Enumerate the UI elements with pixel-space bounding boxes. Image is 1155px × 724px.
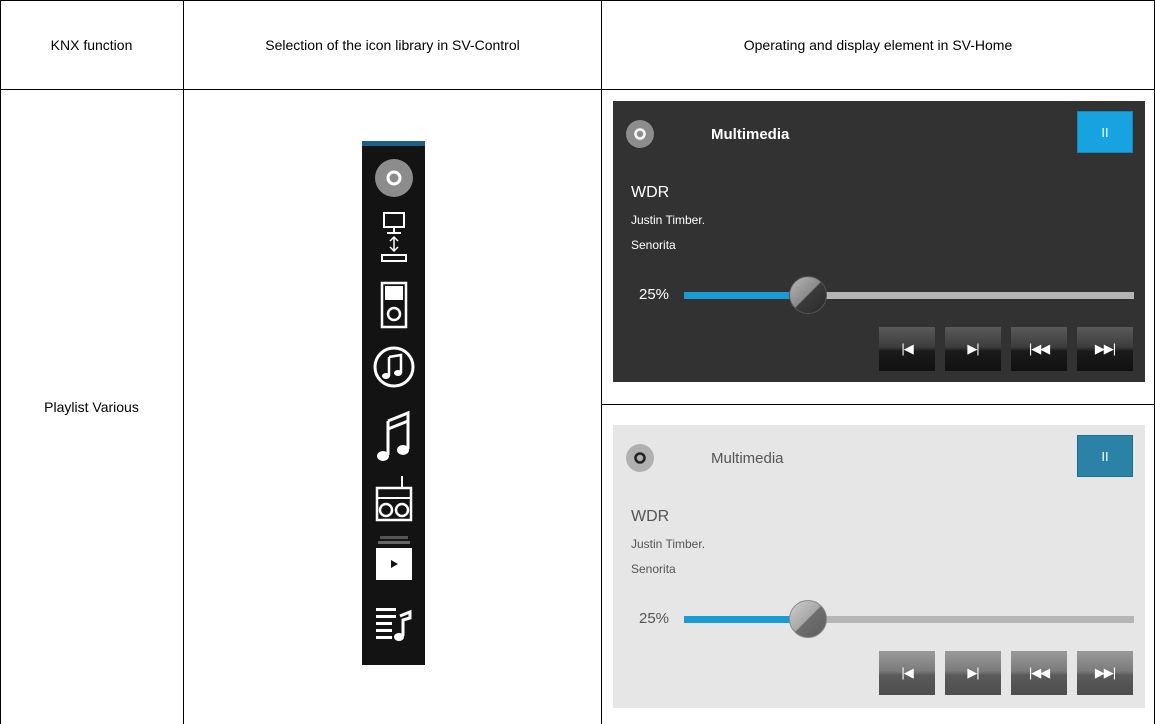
station-name: WDR <box>631 184 670 201</box>
panel-title: Multimedia <box>711 126 790 143</box>
video-player-icon[interactable] <box>362 534 425 584</box>
pause-button[interactable]: II <box>1077 435 1133 477</box>
track-name: Senorita <box>631 238 676 252</box>
fast-forward-button[interactable]: ▶▶| <box>1077 651 1133 695</box>
volume-slider-fill <box>684 292 797 299</box>
volume-slider[interactable] <box>684 276 1134 314</box>
fast-forward-button[interactable]: ▶▶| <box>1077 327 1133 371</box>
header-icon-library: Selection of the icon library in SV-Cont… <box>265 36 520 53</box>
rewind-button[interactable]: |◀◀ <box>1011 327 1067 371</box>
panel-title: Multimedia <box>711 450 784 467</box>
playlist-icon[interactable] <box>362 604 425 644</box>
panel-divider <box>601 404 1155 405</box>
track-name: Senorita <box>631 562 676 576</box>
network-pc-icon[interactable] <box>362 211 425 271</box>
header-operating-element: Operating and display element in SV-Home <box>743 36 1013 53</box>
rewind-button[interactable]: |◀◀ <box>1011 651 1067 695</box>
disc-icon <box>625 119 655 154</box>
multimedia-panel-dark: Multimedia II WDR Justin Timber. Senorit… <box>613 101 1145 382</box>
knx-function-label: Playlist Various <box>44 399 139 415</box>
prev-button[interactable]: |◀ <box>879 327 935 371</box>
transport-controls: |◀ ▶| |◀◀ ▶▶| <box>879 651 1133 695</box>
next-button[interactable]: ▶| <box>945 327 1001 371</box>
pause-button[interactable]: II <box>1077 111 1133 153</box>
volume-label: 25% <box>639 610 670 627</box>
radio-icon[interactable] <box>362 474 425 524</box>
volume-slider-knob[interactable] <box>789 600 827 638</box>
icon-library-strip <box>362 141 425 665</box>
transport-controls: |◀ ▶| |◀◀ ▶▶| <box>879 327 1133 371</box>
strip-accent-bar <box>362 141 425 146</box>
music-notes-icon[interactable] <box>362 409 425 465</box>
station-name: WDR <box>631 508 670 525</box>
next-button[interactable]: ▶| <box>945 651 1001 695</box>
disc-icon <box>625 443 655 478</box>
volume-slider-knob[interactable] <box>789 276 827 314</box>
multimedia-panel-light: Multimedia II WDR Justin Timber. Senorit… <box>613 425 1145 708</box>
ipod-icon[interactable] <box>362 281 425 329</box>
artist-name: Justin Timber. <box>631 537 706 551</box>
volume-slider-fill <box>684 616 797 623</box>
disc-icon[interactable] <box>362 158 425 198</box>
music-note-circle-icon[interactable] <box>362 345 425 389</box>
table-divider-1 <box>183 0 184 724</box>
artist-name: Justin Timber. <box>631 213 706 227</box>
table-divider-2 <box>601 0 602 724</box>
volume-label: 25% <box>639 286 670 303</box>
header-knx-function: KNX function <box>50 36 133 53</box>
prev-button[interactable]: |◀ <box>879 651 935 695</box>
volume-slider[interactable] <box>684 600 1134 638</box>
